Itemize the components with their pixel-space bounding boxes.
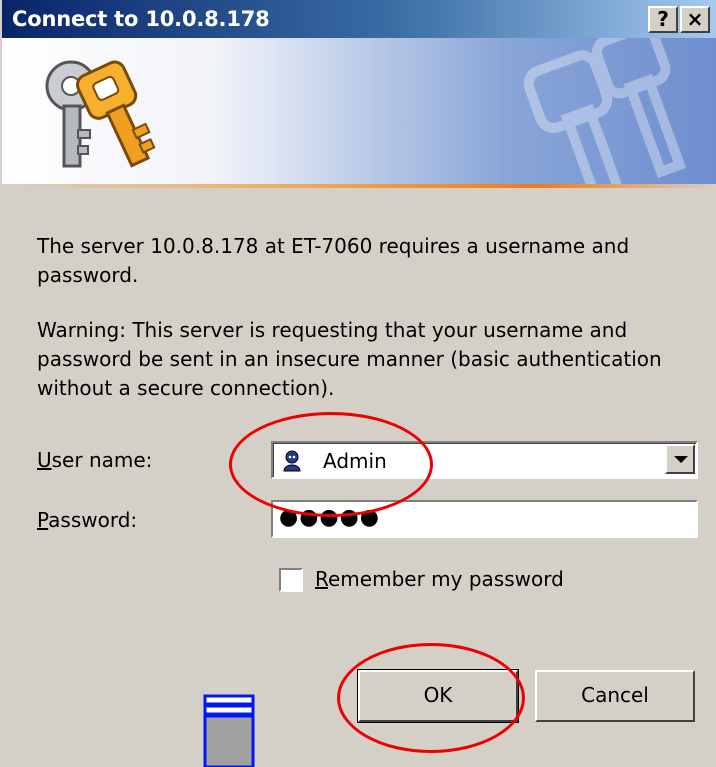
password-label: Password:	[37, 508, 138, 532]
cancel-button[interactable]: Cancel	[535, 670, 695, 722]
device-icon	[203, 694, 255, 767]
window-title: Connect to 10.0.8.178	[12, 7, 270, 31]
username-label: User name:	[37, 448, 153, 472]
banner	[2, 38, 716, 186]
remember-password-checkbox[interactable]	[279, 568, 303, 592]
keys-watermark-icon	[523, 38, 687, 186]
annotation-circle-ok	[337, 643, 525, 753]
banner-divider	[2, 184, 716, 188]
chevron-down-icon	[674, 456, 688, 463]
close-button[interactable]: ×	[680, 6, 710, 33]
remember-password-label[interactable]: Remember my password	[315, 567, 564, 591]
login-dialog: Connect to 10.0.8.178 ? × The server 10.…	[0, 0, 716, 767]
username-dropdown-button[interactable]	[665, 444, 695, 474]
server-message: The server 10.0.8.178 at ET-7060 require…	[37, 234, 630, 287]
annotation-circle-username	[229, 412, 433, 517]
help-button[interactable]: ?	[648, 6, 678, 33]
keys-icon	[45, 60, 156, 168]
title-bar[interactable]: Connect to 10.0.8.178 ? ×	[2, 0, 716, 38]
warning-message: Warning: This server is requesting that …	[37, 318, 662, 400]
